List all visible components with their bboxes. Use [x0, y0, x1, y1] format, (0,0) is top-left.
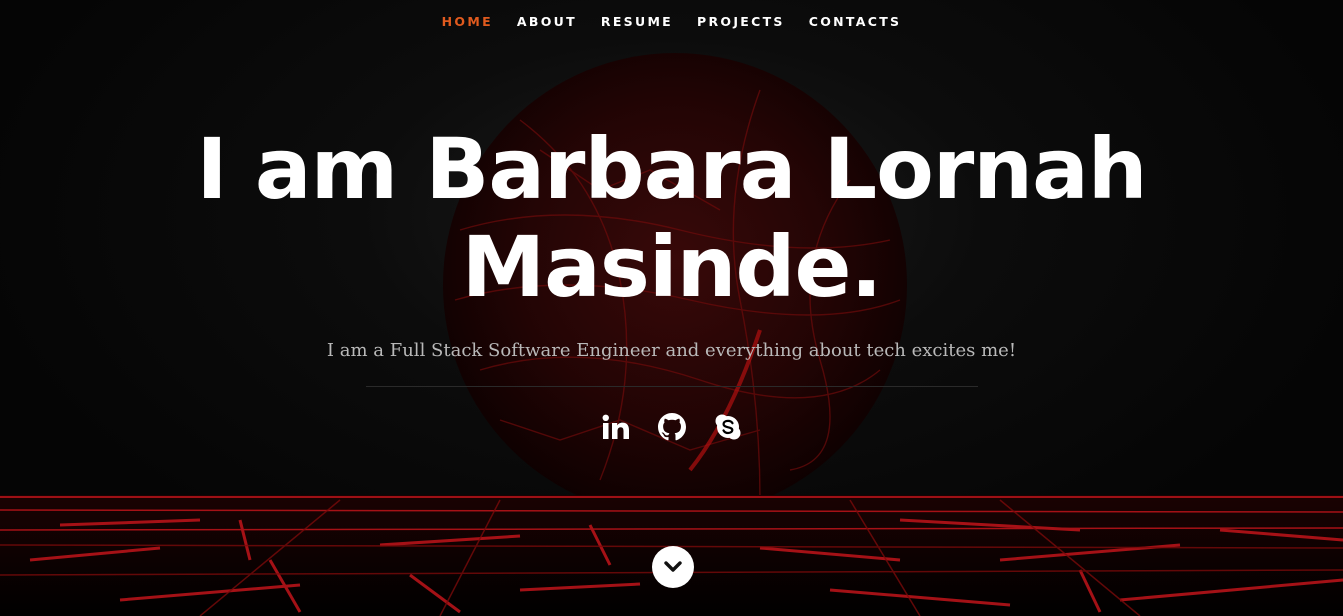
- hero-section: HOME ABOUT RESUME PROJECTS CONTACTS I am…: [0, 0, 1343, 616]
- github-link[interactable]: [657, 410, 687, 444]
- nav-projects-link[interactable]: PROJECTS: [685, 14, 797, 29]
- headline-line-2: Masinde.: [461, 218, 883, 316]
- hero-subtitle: I am a Full Stack Software Engineer and …: [326, 340, 1017, 361]
- main-navigation: HOME ABOUT RESUME PROJECTS CONTACTS: [0, 14, 1343, 29]
- social-links: [0, 410, 1343, 444]
- nav-resume-link[interactable]: RESUME: [589, 14, 685, 29]
- hero-divider: [366, 386, 978, 387]
- headline-line-1: I am Barbara Lornah: [196, 120, 1147, 218]
- skype-link[interactable]: [713, 410, 743, 444]
- linkedin-link[interactable]: [601, 410, 631, 444]
- linkedin-icon: [602, 414, 629, 439]
- skype-icon: [715, 414, 740, 440]
- nav-about-link[interactable]: ABOUT: [505, 14, 589, 29]
- chevron-down-icon: [664, 561, 682, 572]
- nav-home-link[interactable]: HOME: [430, 14, 505, 29]
- nav-contacts-link[interactable]: CONTACTS: [797, 14, 914, 29]
- scroll-down-button[interactable]: [652, 546, 694, 588]
- hero-headline: I am Barbara Lornah Masinde.: [0, 120, 1343, 316]
- github-icon: [657, 413, 686, 441]
